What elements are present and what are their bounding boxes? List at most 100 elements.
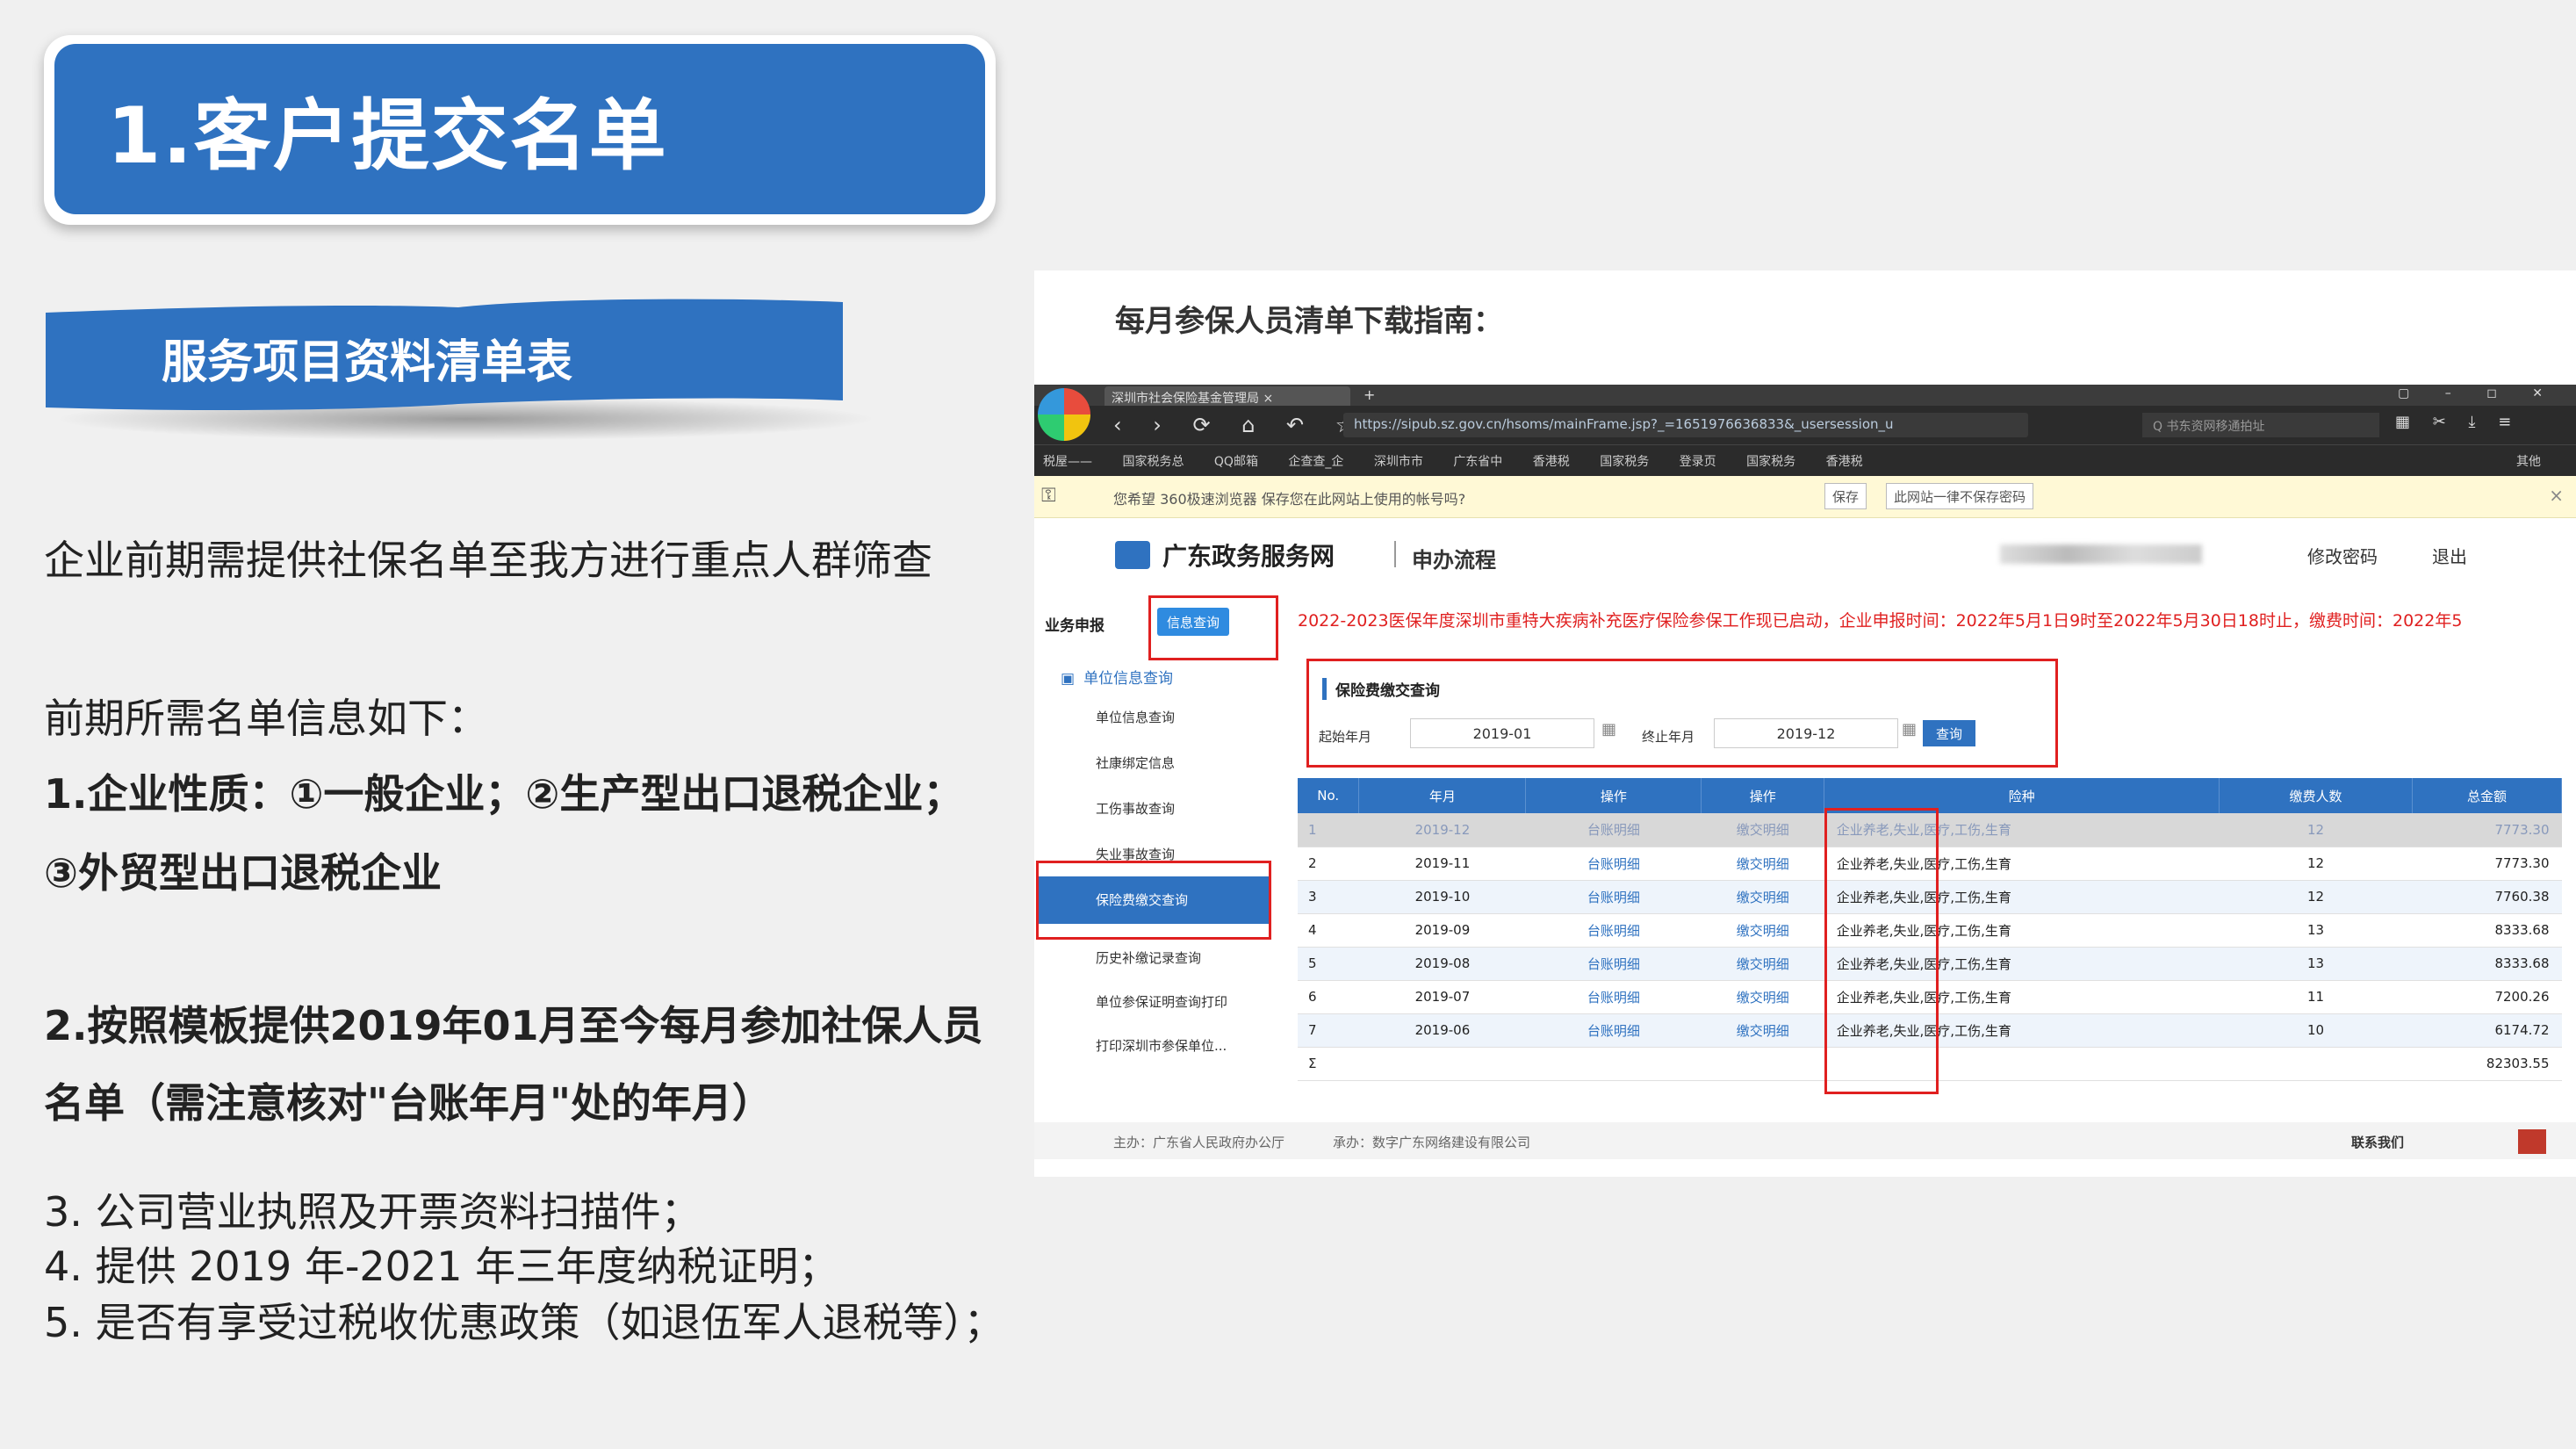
payment-detail-link[interactable]: 缴交明细 [1701,947,1824,981]
item4-text: 4. 提供 2019 年-2021 年三年度纳税证明； [44,1243,839,1290]
cell-amount: 8333.68 [2412,913,2562,948]
sidebar-item[interactable]: 历史补缴记录查询 [1096,948,1201,967]
bookmark-item[interactable]: 税屋—— [1043,455,1092,469]
nav-buttons[interactable]: ‹ › ⟳ ⌂ ↶ ☆ [1113,413,1366,437]
site-name[interactable]: 广东政务服务网 [1162,537,1335,573]
cell-amount: 7760.38 [2412,880,2562,914]
new-tab-icon[interactable]: + [1364,386,1375,403]
unit-query-header[interactable]: 单位信息查询 [1061,666,1173,688]
intro-text: 企业前期需提供社保名单至我方进行重点人群筛查 [44,537,932,584]
sidebar-item[interactable]: 打印深圳市参保单位... [1096,1036,1227,1055]
cell-month: 2019-09 [1358,913,1526,948]
cell-amount: 6174.72 [2412,1013,2562,1048]
ledger-detail-link[interactable]: 台账明细 [1525,847,1702,881]
site-header: 广东政务服务网 申办流程 修改密码 退出 [1034,518,2576,592]
ledger-detail-link[interactable]: 台账明细 [1525,913,1702,948]
cell-amount: 7773.30 [2412,813,2562,847]
ledger-detail-link[interactable]: 台账明细 [1525,947,1702,981]
tab-bar: 深圳市社会保险基金管理局 × + ▢ – ◻ ✕ [1034,385,2576,406]
sidebar-item[interactable]: 社康绑定信息 [1096,753,1175,772]
search-field[interactable]: Q 书东资网移通拍址 [2142,413,2379,437]
highlight-box [1824,808,1939,1094]
payment-detail-link[interactable]: 缴交明细 [1701,913,1824,948]
bookmark-item[interactable]: 深圳市市 [1374,455,1423,469]
bookmark-item[interactable]: 国家税务 [1746,455,1795,469]
sidebar-business-label[interactable]: 业务申报 [1045,613,1105,635]
col-header: 年月 [1358,778,1527,813]
site-logo-icon [1115,541,1150,569]
change-password-link[interactable]: 修改密码 [2307,543,2378,568]
url-field[interactable]: https://sipub.sz.gov.cn/hsoms/mainFrame.… [1343,413,2028,437]
browser-logo-icon [1038,388,1090,441]
header-divider [1394,541,1396,567]
col-header: 操作 [1701,778,1825,813]
item5-text: 5. 是否有享受过税收优惠政策（如退伍军人退税等）； [44,1299,1004,1346]
window-controls[interactable]: ▢ – ◻ ✕ [2398,386,2558,400]
sidebar-item[interactable]: 单位参保证明查询打印 [1096,992,1227,1011]
ledger-detail-link[interactable]: 台账明细 [1525,813,1702,847]
cell-month: 2019-12 [1358,813,1526,847]
bookmark-item[interactable]: 香港税 [1826,455,1863,469]
item3-text: 3. 公司营业执照及开票资料扫描件； [44,1188,702,1236]
ledger-detail-link[interactable]: 台账明细 [1525,980,1702,1014]
ledger-detail-link[interactable]: 台账明细 [1525,1013,1702,1048]
screenshot-panel: 每月参保人员清单下载指南： 深圳市社会保险基金管理局 × + ▢ – ◻ ✕ ‹… [1034,270,2576,1177]
cell-amount: 8333.68 [2412,947,2562,981]
bookmark-item[interactable]: 国家税务 [1600,455,1649,469]
item1-line1: 1.企业性质：①一般企业；②生产型出口退税企业； [44,770,964,818]
payment-detail-link[interactable]: 缴交明细 [1701,847,1824,881]
contact-link[interactable]: 联系我们 [2351,1133,2404,1151]
never-save-button[interactable]: 此网站一律不保存密码 [1886,483,2034,509]
sidebar-item[interactable]: 单位信息查询 [1096,708,1175,726]
close-icon[interactable]: × [2549,485,2564,506]
cell-no: 2 [1298,847,1359,881]
notice-banner: 2022-2023医保年度深圳市重特大疾病补充医疗保险参保工作现已启动，企业申报… [1298,611,2463,631]
browser-window: 深圳市社会保险基金管理局 × + ▢ – ◻ ✕ ‹ › ⟳ ⌂ ↶ ☆ htt… [1034,385,2576,1159]
sum-label: Σ [1298,1047,1359,1081]
bookmark-item[interactable]: 企查查_企 [1288,455,1343,469]
bookmark-item[interactable]: QQ邮箱 [1214,455,1258,469]
ledger-detail-link[interactable]: 台账明细 [1525,880,1702,914]
cell-no: 1 [1298,813,1359,847]
cell-no: 7 [1298,1013,1359,1048]
cell-count: 10 [2219,1013,2413,1048]
col-header: 总金额 [2412,778,2563,813]
cell-count: 12 [2219,847,2413,881]
highlight-box [1036,861,1271,940]
other-bookmarks[interactable]: 其他 [2516,452,2541,470]
toolbar-icons[interactable]: ▦ ✂ ⤓ ≡ [2395,413,2520,431]
cell-month: 2019-07 [1358,980,1526,1014]
password-message: 您希望 360极速浏览器 保存您在此网站上使用的帐号吗? [1113,491,1466,508]
cell-month: 2019-06 [1358,1013,1526,1048]
bookmark-item[interactable]: 广东省中 [1453,455,1502,469]
key-icon: ⚿ [1041,485,1056,507]
guide-title: 每月参保人员清单下载指南： [1115,304,1503,339]
cell-count: 13 [2219,913,2413,948]
cell-no: 6 [1298,980,1359,1014]
cell-count: 12 [2219,813,2413,847]
bookmark-item[interactable]: 香港税 [1533,455,1570,469]
bookmark-item[interactable]: 登录页 [1680,455,1716,469]
save-password-button[interactable]: 保存 [1824,483,1867,509]
item2-line1: 2.按照模板提供2019年01月至今每月参加社保人员 [44,1002,983,1049]
flow-link[interactable]: 申办流程 [1412,543,1496,573]
logout-link[interactable]: 退出 [2432,543,2467,568]
site-footer: 主办：广东省人民政府办公厅 承办：数字广东网络建设有限公司 联系我们 [1034,1122,2576,1159]
payment-detail-link[interactable]: 缴交明细 [1701,880,1824,914]
cell-amount: 7773.30 [2412,847,2562,881]
sidebar: 业务申报 信息查询 单位信息查询 单位信息查询 社康绑定信息 工伤事故查询 失业… [1034,592,1289,1136]
title-banner: 1.客户提交名单 [54,44,985,214]
sidebar-item[interactable]: 工伤事故查询 [1096,799,1175,818]
footer-builder: 承办：数字广东网络建设有限公司 [1333,1135,1531,1150]
payment-detail-link[interactable]: 缴交明细 [1701,980,1824,1014]
browser-tab[interactable]: 深圳市社会保险基金管理局 × [1105,386,1350,406]
highlight-box [1148,595,1278,660]
sum-total: 82303.55 [2412,1047,2562,1081]
address-bar: ‹ › ⟳ ⌂ ↶ ☆ https://sipub.sz.gov.cn/hsom… [1034,406,2576,444]
password-save-bar: ⚿ 您希望 360极速浏览器 保存您在此网站上使用的帐号吗? 保存 此网站一律不… [1034,476,2576,518]
payment-detail-link[interactable]: 缴交明细 [1701,813,1824,847]
cell-month: 2019-10 [1358,880,1526,914]
bookmark-item[interactable]: 国家税务总 [1122,455,1184,469]
payment-detail-link[interactable]: 缴交明细 [1701,1013,1824,1048]
cell-month: 2019-11 [1358,847,1526,881]
